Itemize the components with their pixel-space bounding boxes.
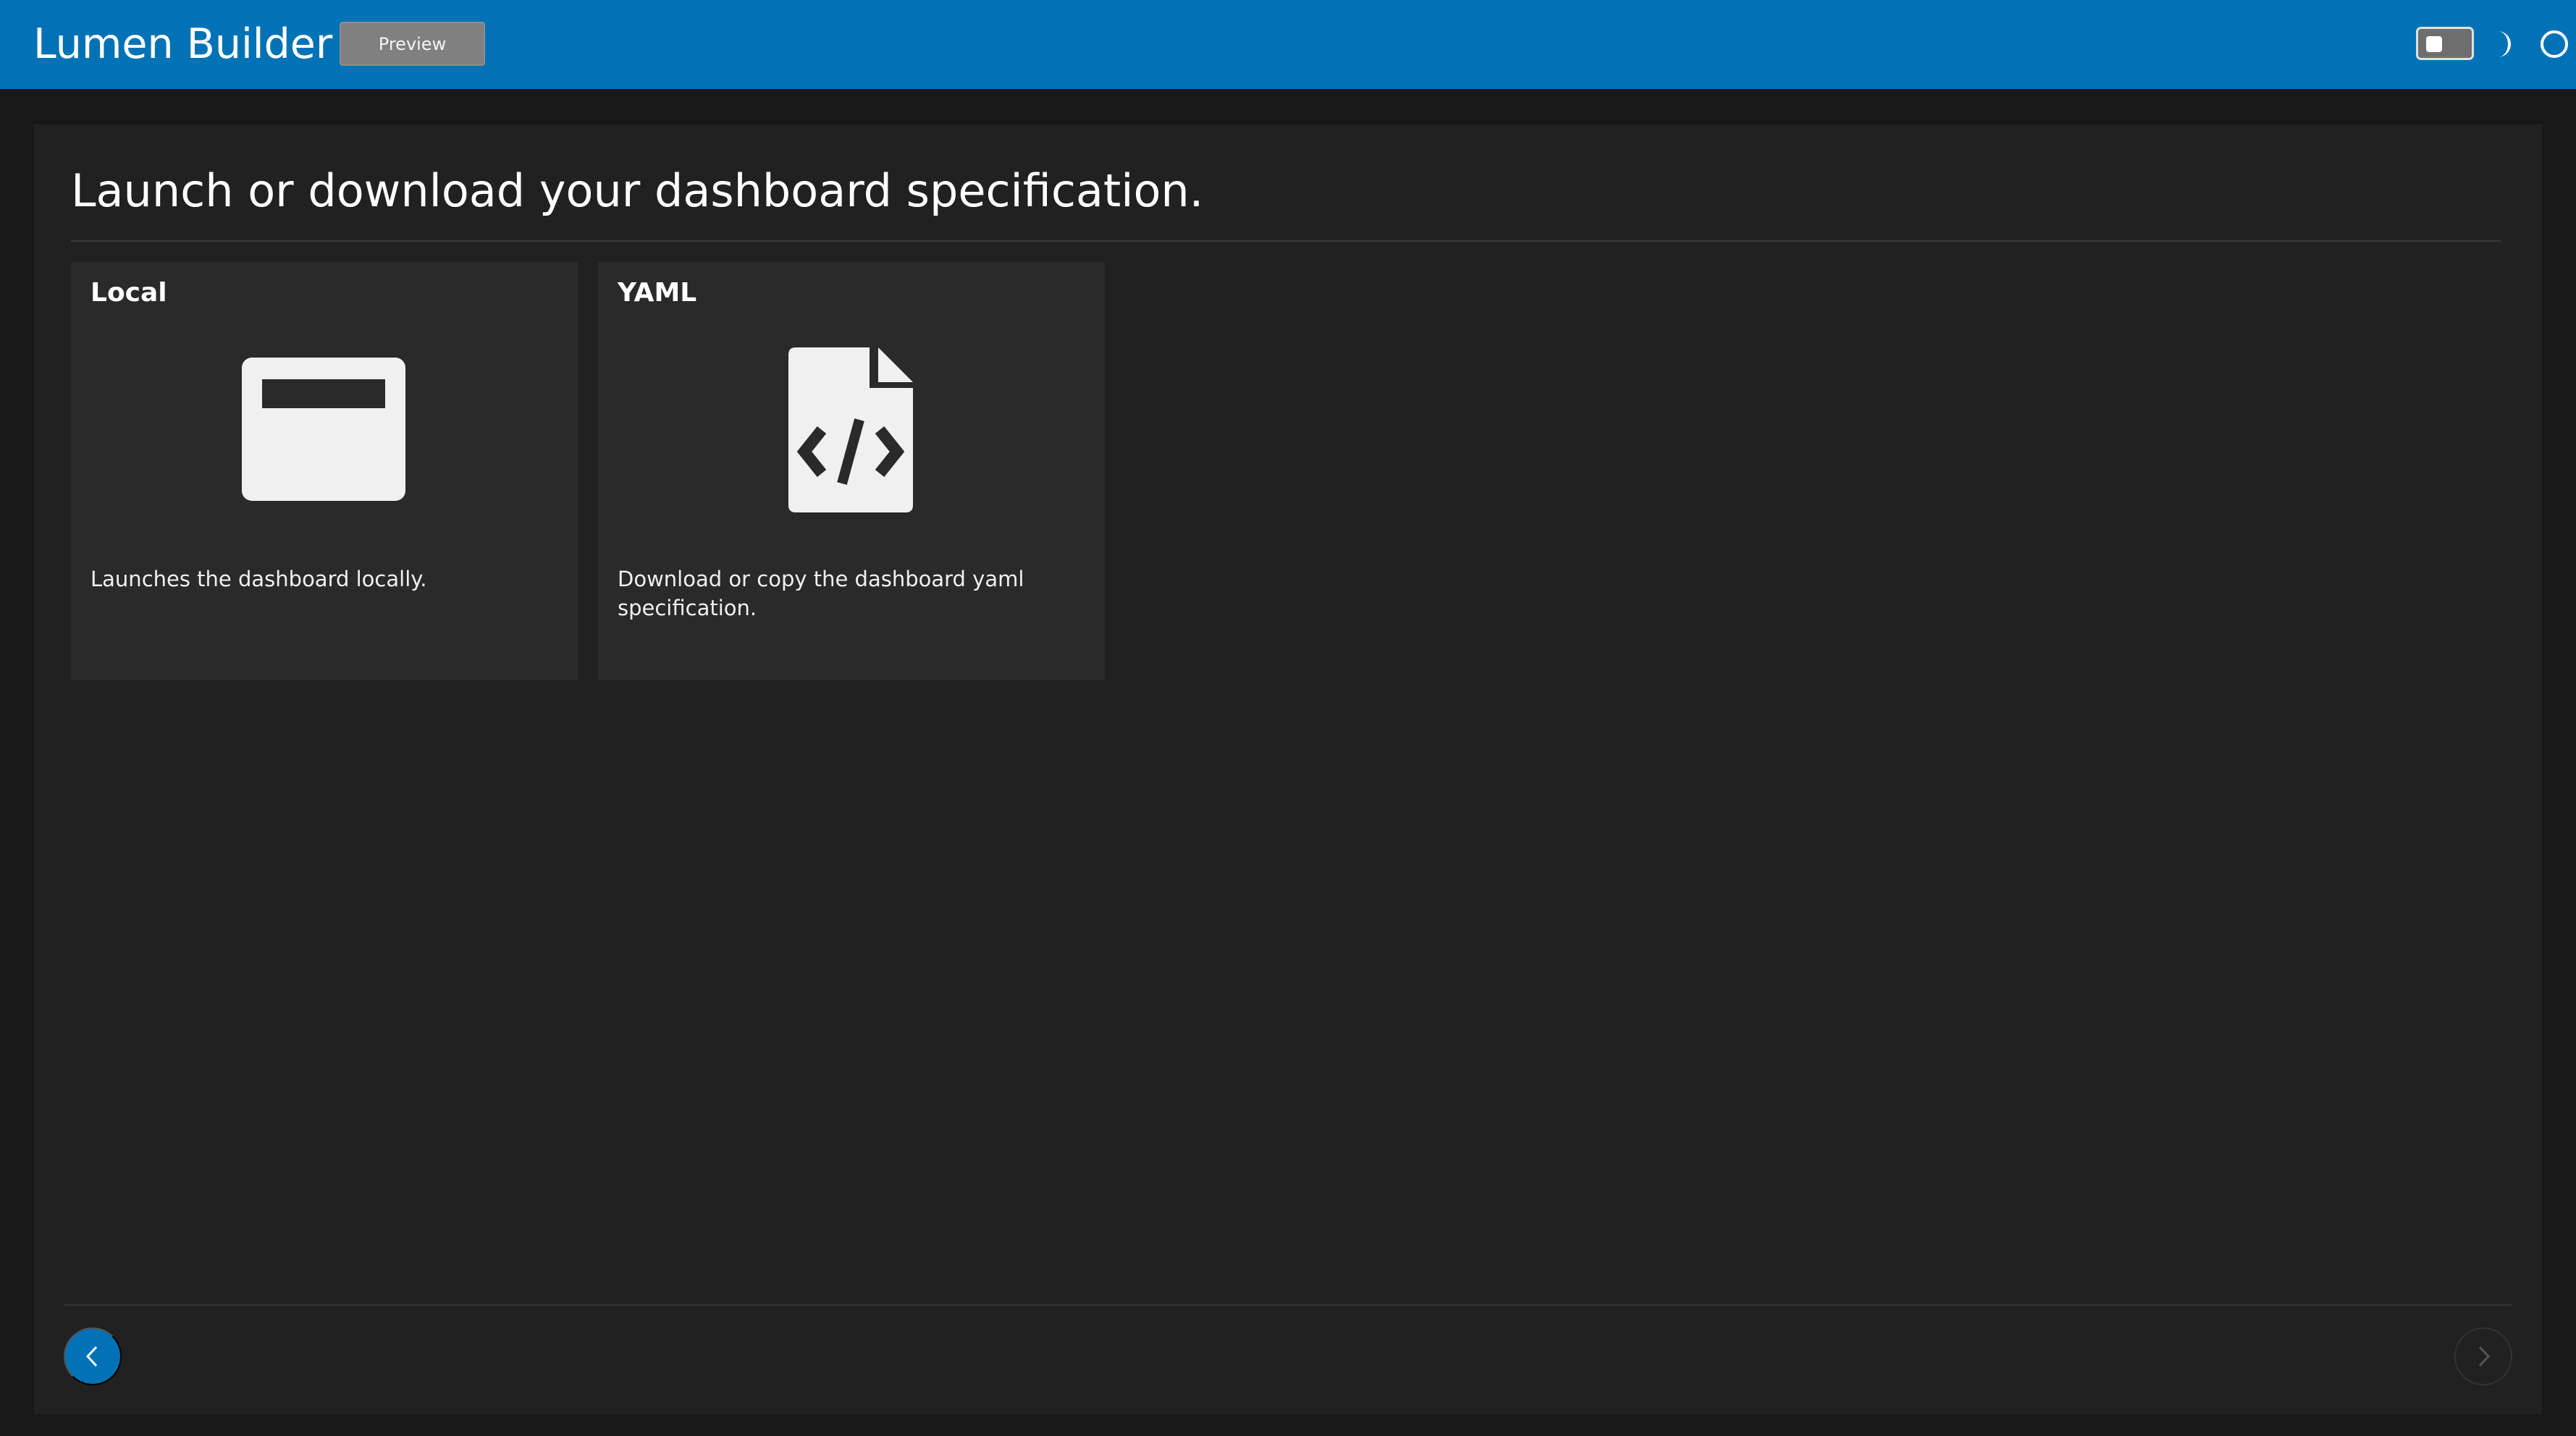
preview-button[interactable]: Preview [340, 22, 485, 66]
theme-toggle-switch[interactable] [2416, 27, 2474, 60]
chevron-left-icon [85, 1346, 98, 1367]
card-description: Launches the dashboard locally. [91, 567, 427, 591]
card-title: Local [91, 278, 167, 308]
circle-icon[interactable] [2538, 28, 2570, 61]
footer-divider [64, 1304, 2512, 1306]
file-code-icon [788, 347, 913, 512]
card-local[interactable]: Local Launches the dashboard locally. [71, 262, 578, 680]
page-title: Launch or download your dashboard specif… [71, 164, 1204, 217]
next-button[interactable] [2454, 1327, 2512, 1385]
card-yaml[interactable]: YAML Download or copy the dashboard yaml… [598, 262, 1105, 680]
title-divider [71, 240, 2501, 242]
card-title: YAML [618, 278, 697, 308]
card-description: Download or copy the dashboard yaml spec… [618, 567, 1024, 620]
chevron-right-icon [2478, 1346, 2491, 1367]
moon-icon[interactable] [2491, 28, 2517, 61]
toggle-knob [2426, 36, 2442, 52]
previous-button[interactable] [64, 1327, 122, 1385]
app-header: Lumen Builder Preview [0, 0, 2576, 89]
main-panel: Launch or download your dashboard specif… [34, 124, 2542, 1414]
browser-window-icon [242, 358, 405, 501]
app-title: Lumen Builder [33, 20, 333, 68]
